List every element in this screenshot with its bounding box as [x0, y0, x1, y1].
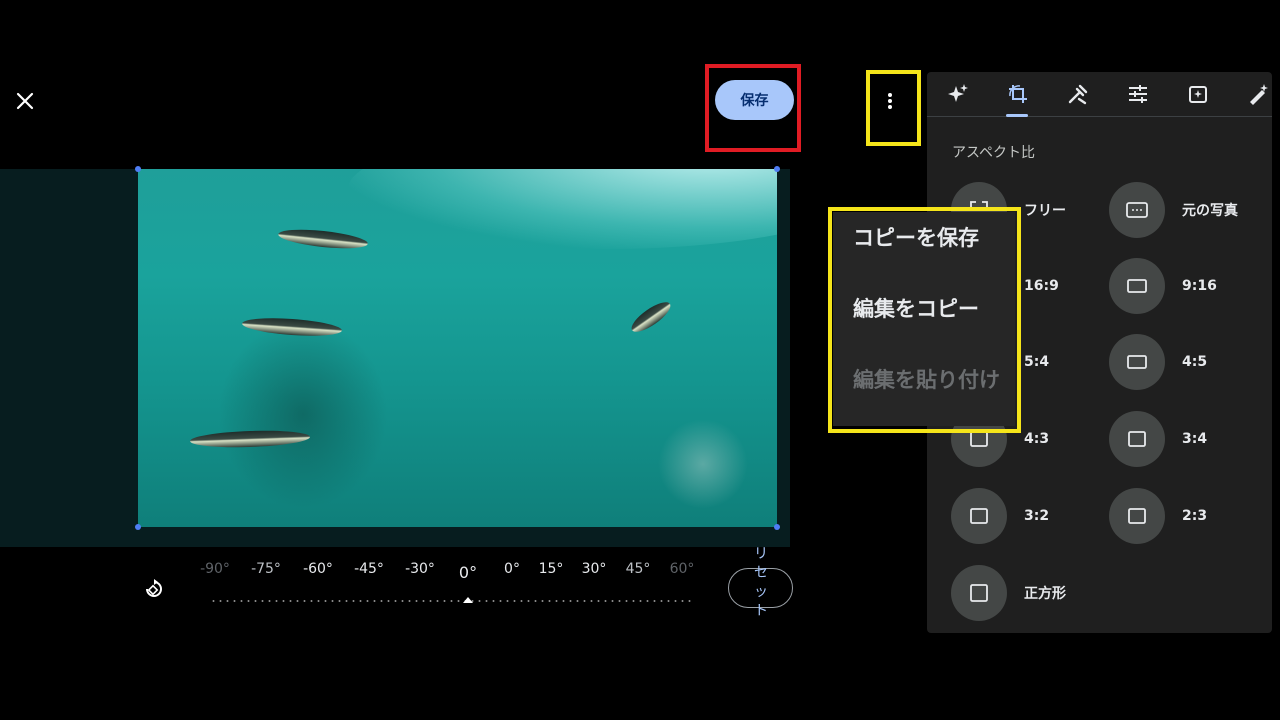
menu-highlight-box — [828, 207, 1021, 433]
rotate-button[interactable] — [140, 575, 168, 603]
water-shadow — [218, 319, 388, 509]
aspect-label: 2:3 — [1182, 508, 1208, 524]
aspect-label: 正方形 — [1024, 586, 1066, 602]
close-icon — [16, 92, 34, 110]
aspect-original[interactable]: 元の写真 — [1109, 182, 1238, 238]
aspect-9-16[interactable]: 9:16 — [1109, 258, 1217, 314]
current-angle-label: 0° — [458, 563, 478, 582]
tools-icon — [1068, 84, 1088, 105]
aspect-label: 4:3 — [1024, 431, 1050, 447]
crop-handle-top-right[interactable] — [774, 166, 780, 172]
aspect-label: 4:5 — [1182, 354, 1208, 370]
rotate-icon — [146, 579, 162, 597]
penguin — [277, 226, 369, 252]
aspect-3-4-button[interactable] — [1109, 411, 1165, 467]
tick-label: -30° — [405, 561, 435, 577]
adjust-icon — [1129, 85, 1147, 103]
close-button[interactable] — [12, 88, 38, 114]
landscape-icon — [1127, 355, 1147, 369]
tool-auto-enhance[interactable] — [944, 80, 972, 108]
tool-markup[interactable] — [1244, 80, 1272, 108]
tick-label: 15° — [538, 561, 564, 577]
water-surface-light — [348, 169, 777, 249]
tick-label: 0° — [504, 561, 520, 577]
aspect-ratio-heading: アスペクト比 — [952, 145, 1036, 161]
landscape-icon — [1128, 431, 1146, 447]
aspect-label: 3:4 — [1182, 431, 1208, 447]
aspect-label: 5:4 — [1024, 354, 1050, 370]
tick-label: -90° — [200, 561, 230, 577]
save-highlight-box — [705, 64, 801, 152]
aspect-original-button[interactable] — [1109, 182, 1165, 238]
aspect-label: 16:9 — [1024, 278, 1059, 294]
square-icon — [970, 584, 988, 602]
aspect-4-5[interactable]: 4:5 — [1109, 334, 1207, 390]
tick-label: 60° — [669, 561, 695, 577]
auto-enhance-icon — [948, 84, 968, 102]
aspect-square-button[interactable] — [951, 565, 1007, 621]
reset-button-label: リセット — [754, 546, 768, 619]
slider-pointer[interactable] — [463, 597, 473, 603]
landscape-icon — [1127, 279, 1147, 293]
crop-rotate-icon — [1009, 85, 1027, 103]
aspect-3-2[interactable]: 3:2 — [951, 488, 1049, 544]
aspect-4-5-button[interactable] — [1109, 334, 1165, 390]
more-options-highlight-box — [866, 70, 921, 146]
original-aspect-icon — [1126, 202, 1148, 218]
crop-handle-bottom-right[interactable] — [774, 524, 780, 530]
add-frame-icon — [1189, 86, 1207, 103]
edit-toolbar — [927, 72, 1272, 117]
aspect-9-16-button[interactable] — [1109, 258, 1165, 314]
tick-label: -75° — [251, 561, 281, 577]
aspect-label: 9:16 — [1182, 278, 1217, 294]
landscape-icon — [970, 431, 988, 447]
penguin — [627, 297, 675, 337]
aspect-label: フリー — [1024, 203, 1066, 219]
underwater-rock — [658, 419, 748, 509]
tool-adjust[interactable] — [1124, 80, 1152, 108]
tick-label: -60° — [303, 561, 333, 577]
straighten-slider[interactable] — [210, 600, 692, 602]
tick-label: 45° — [625, 561, 651, 577]
aspect-2-3[interactable]: 2:3 — [1109, 488, 1207, 544]
aspect-label: 3:2 — [1024, 508, 1050, 524]
landscape-icon — [1128, 508, 1146, 524]
aspect-3-2-button[interactable] — [951, 488, 1007, 544]
crop-handle-bottom-left[interactable] — [135, 524, 141, 530]
tool-tools[interactable] — [1064, 80, 1092, 108]
aspect-square[interactable]: 正方形 — [951, 565, 1066, 621]
aspect-3-4[interactable]: 3:4 — [1109, 411, 1207, 467]
photo-preview[interactable] — [138, 169, 777, 527]
tick-label: -45° — [354, 561, 384, 577]
straighten-tick-labels: -90° -75° -60° -45° -30° 0° 0° 15° 30° 4… — [200, 561, 700, 582]
aspect-label: 元の写真 — [1182, 203, 1238, 219]
active-tool-indicator — [1006, 114, 1028, 117]
markup-icon — [1250, 84, 1268, 105]
tick-label: 30° — [581, 561, 607, 577]
landscape-icon — [970, 508, 988, 524]
crop-handle-top-left[interactable] — [135, 166, 141, 172]
aspect-2-3-button[interactable] — [1109, 488, 1165, 544]
tool-add-frame[interactable] — [1184, 80, 1212, 108]
tool-crop-rotate[interactable] — [1004, 80, 1032, 108]
